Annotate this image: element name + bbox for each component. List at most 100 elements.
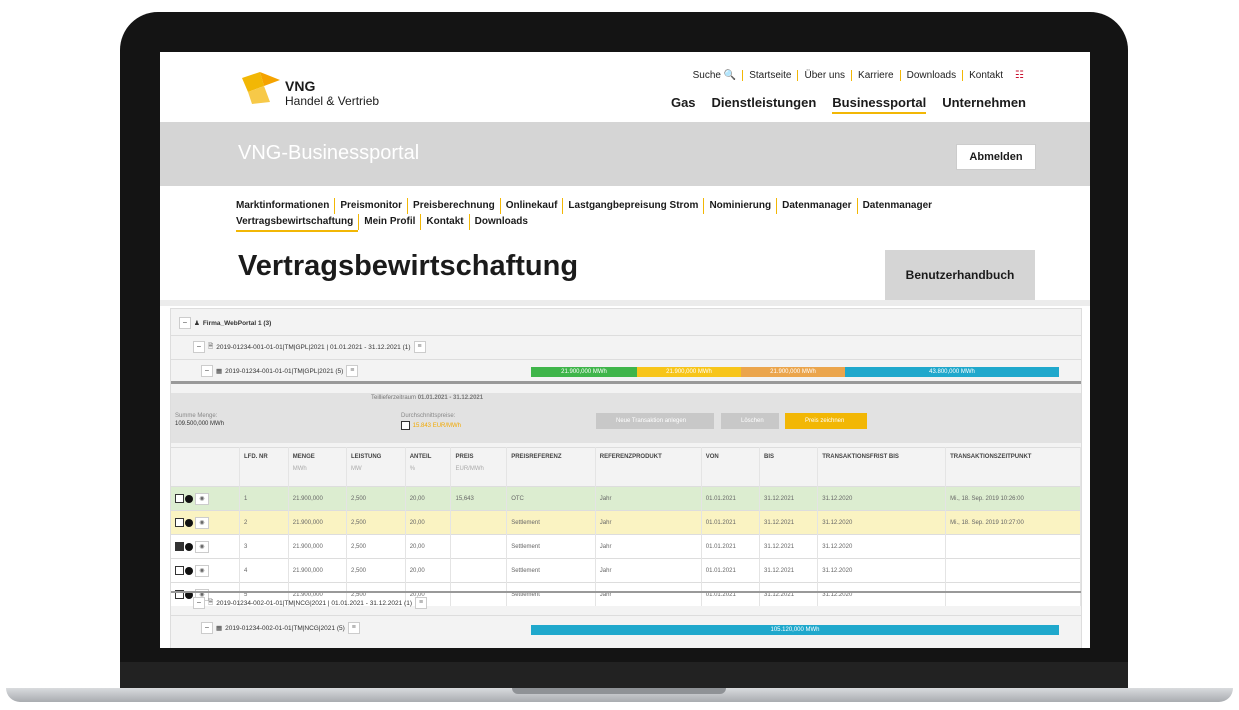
table-cell: 1 [239, 486, 289, 511]
contract-tree: – ♟ Firma_WebPortal 1 (3) – 🗎 2019-01234… [170, 308, 1082, 648]
util-link-suche[interactable]: Suche 🔍 [687, 70, 743, 81]
table-cell: 20,00 [405, 534, 452, 559]
eye-icon[interactable]: ◉ [195, 492, 209, 505]
portal-band: VNG-Businessportal Abmelden [160, 122, 1090, 186]
table-cell: Mi., 18. Sep. 2019 10:26:00 [945, 486, 1081, 511]
row-checkbox[interactable] [175, 518, 184, 527]
eye-icon[interactable]: ◉ [195, 540, 209, 553]
main-nav-dienstleistungen[interactable]: Dienstleistungen [712, 95, 817, 114]
table-cell: OTC [506, 486, 596, 511]
collapse-toggle[interactable]: – [201, 622, 213, 634]
table-cell: 31.12.2021 [759, 558, 819, 583]
collapse-toggle[interactable]: – [193, 597, 205, 609]
table-cell: 2,500 [346, 486, 406, 511]
row-checkbox[interactable] [175, 494, 184, 503]
util-link-downloads[interactable]: Downloads [899, 70, 962, 81]
column-header[interactable]: MENGE MWh [288, 447, 348, 487]
eye-icon[interactable]: ◉ [195, 564, 209, 577]
subnav-item-datenmanager[interactable]: Datenmanager [856, 198, 937, 214]
subnav-item-onlinekauf[interactable]: Onlinekauf [499, 198, 563, 214]
logout-button[interactable]: Abmelden [956, 144, 1036, 170]
price-draw-button[interactable]: Preis zeichnen [785, 413, 867, 429]
column-header[interactable]: ANTEIL% [405, 447, 452, 487]
collapse-toggle[interactable]: – [201, 365, 213, 377]
volume-segment-yellow: 21.900,000 MWh [637, 367, 741, 377]
manual-button[interactable]: Benutzerhandbuch [885, 250, 1035, 300]
delete-label: Löschen [741, 418, 764, 424]
subnav-item-nominierung[interactable]: Nominierung [703, 198, 776, 214]
table-cell: 21.900,000 [288, 486, 348, 511]
subnav-item-vertragsbewirtschaftung[interactable]: Vertragsbewirtschaftung [236, 214, 359, 232]
column-header[interactable]: PREIS EUR/MWh [450, 447, 508, 487]
row-actions: ◉ [171, 558, 240, 583]
table-cell: 21.900,000 [288, 510, 348, 535]
column-unit: MWh [292, 466, 307, 472]
tree-divider [171, 381, 1081, 384]
table-cell: 20,00 [405, 510, 452, 535]
util-link-überuns[interactable]: Über uns [797, 70, 851, 81]
contract2-label: 2019-01234-002-01-01|TM|NCG|2021 | 01.01… [216, 599, 412, 607]
price-toggle[interactable] [401, 421, 410, 430]
chart-icon[interactable]: ≡ [347, 622, 360, 634]
new-transaction-button[interactable]: Neue Transaktion anlegen [596, 413, 714, 429]
column-header[interactable]: TRANSAKTIONSFRIST BIS [817, 447, 947, 487]
row-actions: ◉ [171, 510, 240, 535]
table-cell: 31.12.2020 [817, 558, 947, 583]
table-row[interactable]: ◉ 3 21.900,000 2,500 20,00 Settlement Jahr 01.0… [171, 534, 1081, 559]
eye-icon[interactable]: ◉ [195, 516, 209, 529]
column-header[interactable]: LEISTUNG MW [346, 447, 406, 487]
subnav-item-lastgangbepreisungstrom[interactable]: Lastgangbepreisung Strom [562, 198, 703, 214]
table-row[interactable]: ◉ 2 21.900,000 2,500 20,00 Settlement Jahr 01.0… [171, 510, 1081, 535]
column-header[interactable]: REFERENZPRODUKT [595, 447, 702, 487]
table-row[interactable]: ◉ 1 21.900,000 2,500 20,00 15,643 OTC Jahr 01.01… [171, 486, 1081, 511]
main-nav-businessportal[interactable]: Businessportal [832, 95, 927, 114]
column-header[interactable]: BIS [759, 447, 819, 487]
util-link-karriere[interactable]: Karriere [851, 70, 900, 81]
main-nav-gas[interactable]: Gas [671, 95, 696, 114]
collapse-toggle[interactable]: – [193, 341, 205, 353]
tree-node-contract1: – 🗎 2019-01234-001-01-01|TM|GPL|2021 | 0… [193, 341, 426, 353]
row-checkbox[interactable] [175, 566, 184, 575]
main-nav-unternehmen[interactable]: Unternehmen [942, 95, 1026, 114]
chart-icon[interactable]: ≡ [346, 365, 359, 377]
chart-icon[interactable]: ≡ [414, 597, 427, 609]
table-cell: 3 [239, 534, 289, 559]
table-cell: Jahr [595, 558, 702, 583]
column-header[interactable]: LFD. NR [239, 447, 289, 487]
collapse-toggle[interactable]: – [179, 317, 191, 329]
column-header[interactable]: VON [701, 447, 761, 487]
table-row[interactable]: ◉ 4 21.900,000 2,500 20,00 Settlement Jahr 01.0… [171, 558, 1081, 583]
utility-nav: Suche 🔍 Startseite Über uns Karriere Downloa… [687, 70, 1030, 81]
info-icon[interactable] [185, 542, 193, 551]
company-label: Firma_WebPortal 1 (3) [202, 319, 272, 327]
info-icon[interactable] [185, 566, 193, 575]
table-cell: Mi., 18. Sep. 2019 10:27:00 [945, 510, 1081, 535]
volume-segment-green: 21.900,000 MWh [531, 367, 637, 377]
subnav-item-downloads[interactable]: Downloads [468, 214, 533, 230]
user-icon: ♟ [194, 320, 200, 327]
row-checkbox[interactable] [175, 542, 184, 551]
subnav-item-preisberechnung[interactable]: Preisberechnung [407, 198, 500, 214]
subnav-item-marktinformationen[interactable]: Marktinformationen [236, 198, 334, 214]
tree-divider [171, 359, 1081, 360]
table-icon: ▦ [216, 368, 223, 375]
uk-flag-icon[interactable]: ☷ [1009, 70, 1030, 81]
info-icon[interactable] [185, 518, 193, 527]
document-icon: 🗎 [208, 342, 214, 350]
chart-icon[interactable]: ≡ [413, 341, 426, 353]
subnav-item-kontakt[interactable]: Kontakt [420, 214, 468, 230]
column-unit [244, 466, 284, 472]
subnav-item-preismonitor[interactable]: Preismonitor [334, 198, 407, 214]
util-link-kontakt[interactable]: Kontakt [962, 70, 1009, 81]
column-header[interactable]: TRANSAKTIONSZEITPUNKT [945, 447, 1081, 487]
delete-button[interactable]: Löschen [721, 413, 779, 429]
subnav-item-datenmanager[interactable]: Datenmanager [776, 198, 856, 214]
info-icon[interactable] [185, 494, 193, 503]
subnav-item-meinprofil[interactable]: Mein Profil [358, 214, 420, 230]
table-cell: 01.01.2021 [701, 510, 761, 535]
util-link-startseite[interactable]: Startseite [742, 70, 797, 81]
column-header[interactable]: PREISREFERENZ [506, 447, 596, 487]
table-icon: ▦ [216, 625, 223, 632]
table-cell: Settlement [506, 582, 596, 606]
position1-label: 2019-01234-001-01-01|TM|GPL|2021 (5) [225, 367, 344, 375]
